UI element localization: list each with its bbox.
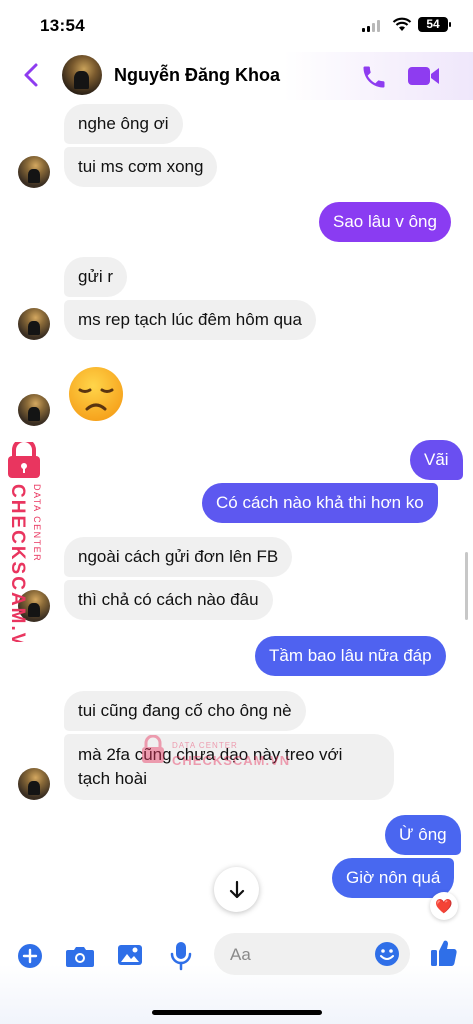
plus-icon[interactable] — [17, 943, 43, 969]
watermark-brand: CHECKSCAM.VN — [7, 484, 28, 642]
message-bubble[interactable]: tui cũng đang cố cho ông nè — [64, 691, 306, 731]
contact-avatar[interactable] — [62, 55, 102, 95]
message-bubble[interactable]: nghe ông ơi — [64, 104, 183, 144]
battery-tip — [449, 22, 451, 27]
home-indicator — [152, 1010, 322, 1015]
sender-avatar[interactable] — [18, 394, 50, 426]
message-text: nghe ông ơi — [78, 114, 169, 133]
thumbs-up-icon[interactable] — [429, 938, 459, 968]
battery-level: 54 — [418, 17, 448, 32]
lock-logo-icon — [142, 735, 164, 763]
camera-icon[interactable] — [65, 944, 95, 968]
contact-name[interactable]: Nguyễn Đăng Khoa — [114, 65, 280, 86]
message-input-bar — [0, 925, 473, 1024]
message-bubble[interactable]: Vãi — [410, 440, 463, 480]
sender-avatar[interactable] — [18, 768, 50, 800]
wifi-icon — [392, 17, 412, 31]
message-bubble[interactable]: Ừ ông — [385, 815, 461, 855]
microphone-icon[interactable] — [170, 941, 192, 971]
message-composer[interactable] — [214, 933, 410, 977]
message-text: Vãi — [424, 450, 449, 469]
scrollbar[interactable] — [465, 552, 468, 620]
status-time: 13:54 — [40, 16, 85, 35]
message-text: tui cũng đang cố cho ông nè — [78, 701, 292, 720]
checkscam-watermark: CHECKSCAM.VN DATA CENTER — [7, 442, 42, 642]
watermark-center-tagline: DATA CENTER — [172, 741, 238, 750]
message-bubble[interactable]: ngoài cách gửi đơn lên FB — [64, 537, 293, 577]
sender-avatar[interactable] — [18, 308, 50, 340]
message-text: Tầm bao lâu nữa đáp — [269, 646, 432, 665]
message-text: thì chả có cách nào đâu — [78, 590, 259, 609]
message-bubble[interactable]: tui ms cơm xong — [64, 147, 218, 187]
sender-avatar[interactable] — [18, 156, 50, 188]
video-camera-icon[interactable] — [407, 64, 441, 88]
back-chevron-icon[interactable] — [22, 62, 42, 88]
message-bubble[interactable]: thì chả có cách nào đâu — [64, 580, 273, 620]
message-bubble[interactable]: gửi r — [64, 257, 127, 297]
arrow-down-icon — [229, 880, 244, 898]
scroll-to-bottom-button[interactable] — [214, 867, 259, 912]
message-text: Giờ nôn quá — [346, 868, 441, 887]
message-text: Ừ ông — [399, 825, 447, 844]
message-input[interactable] — [228, 933, 372, 977]
message-bubble[interactable]: Giờ nôn quá — [332, 858, 455, 898]
message-text-line: tạch hoài — [78, 769, 147, 788]
heart-reaction-emoji: ❤️ — [435, 897, 453, 914]
message-text: gửi r — [78, 267, 113, 286]
smile-icon[interactable] — [374, 941, 400, 967]
cellular-signal-icon — [362, 20, 380, 32]
message-bubble[interactable]: ms rep tạch lúc đêm hôm qua — [64, 300, 316, 340]
heart-reaction[interactable]: ❤️ — [430, 892, 458, 920]
phone-icon[interactable] — [360, 63, 388, 91]
message-text: ngoài cách gửi đơn lên FB — [78, 547, 279, 566]
checkscam-watermark-center: DATA CENTER CHECKSCAM.VN — [140, 735, 289, 769]
message-text: Sao lâu v ông — [333, 212, 437, 231]
message-text: tui ms cơm xong — [78, 157, 204, 176]
message-text: Có cách nào khả thi hơn ko — [216, 493, 424, 512]
disappointed-face-emoji[interactable] — [66, 364, 126, 424]
message-bubble[interactable]: Sao lâu v ông — [319, 202, 451, 242]
message-bubble[interactable]: Tầm bao lâu nữa đáp — [255, 636, 446, 676]
message-text: ms rep tạch lúc đêm hôm qua — [78, 310, 302, 329]
conversation-header: Nguyễn Đăng Khoa — [0, 52, 473, 100]
watermark-center-brand: CHECKSCAM.VN — [172, 753, 291, 768]
watermark-tagline: DATA CENTER — [32, 484, 42, 562]
message-bubble[interactable]: Có cách nào khả thi hơn ko — [202, 483, 438, 523]
image-icon[interactable] — [117, 943, 143, 967]
status-bar: 13:54 54 — [0, 0, 473, 52]
